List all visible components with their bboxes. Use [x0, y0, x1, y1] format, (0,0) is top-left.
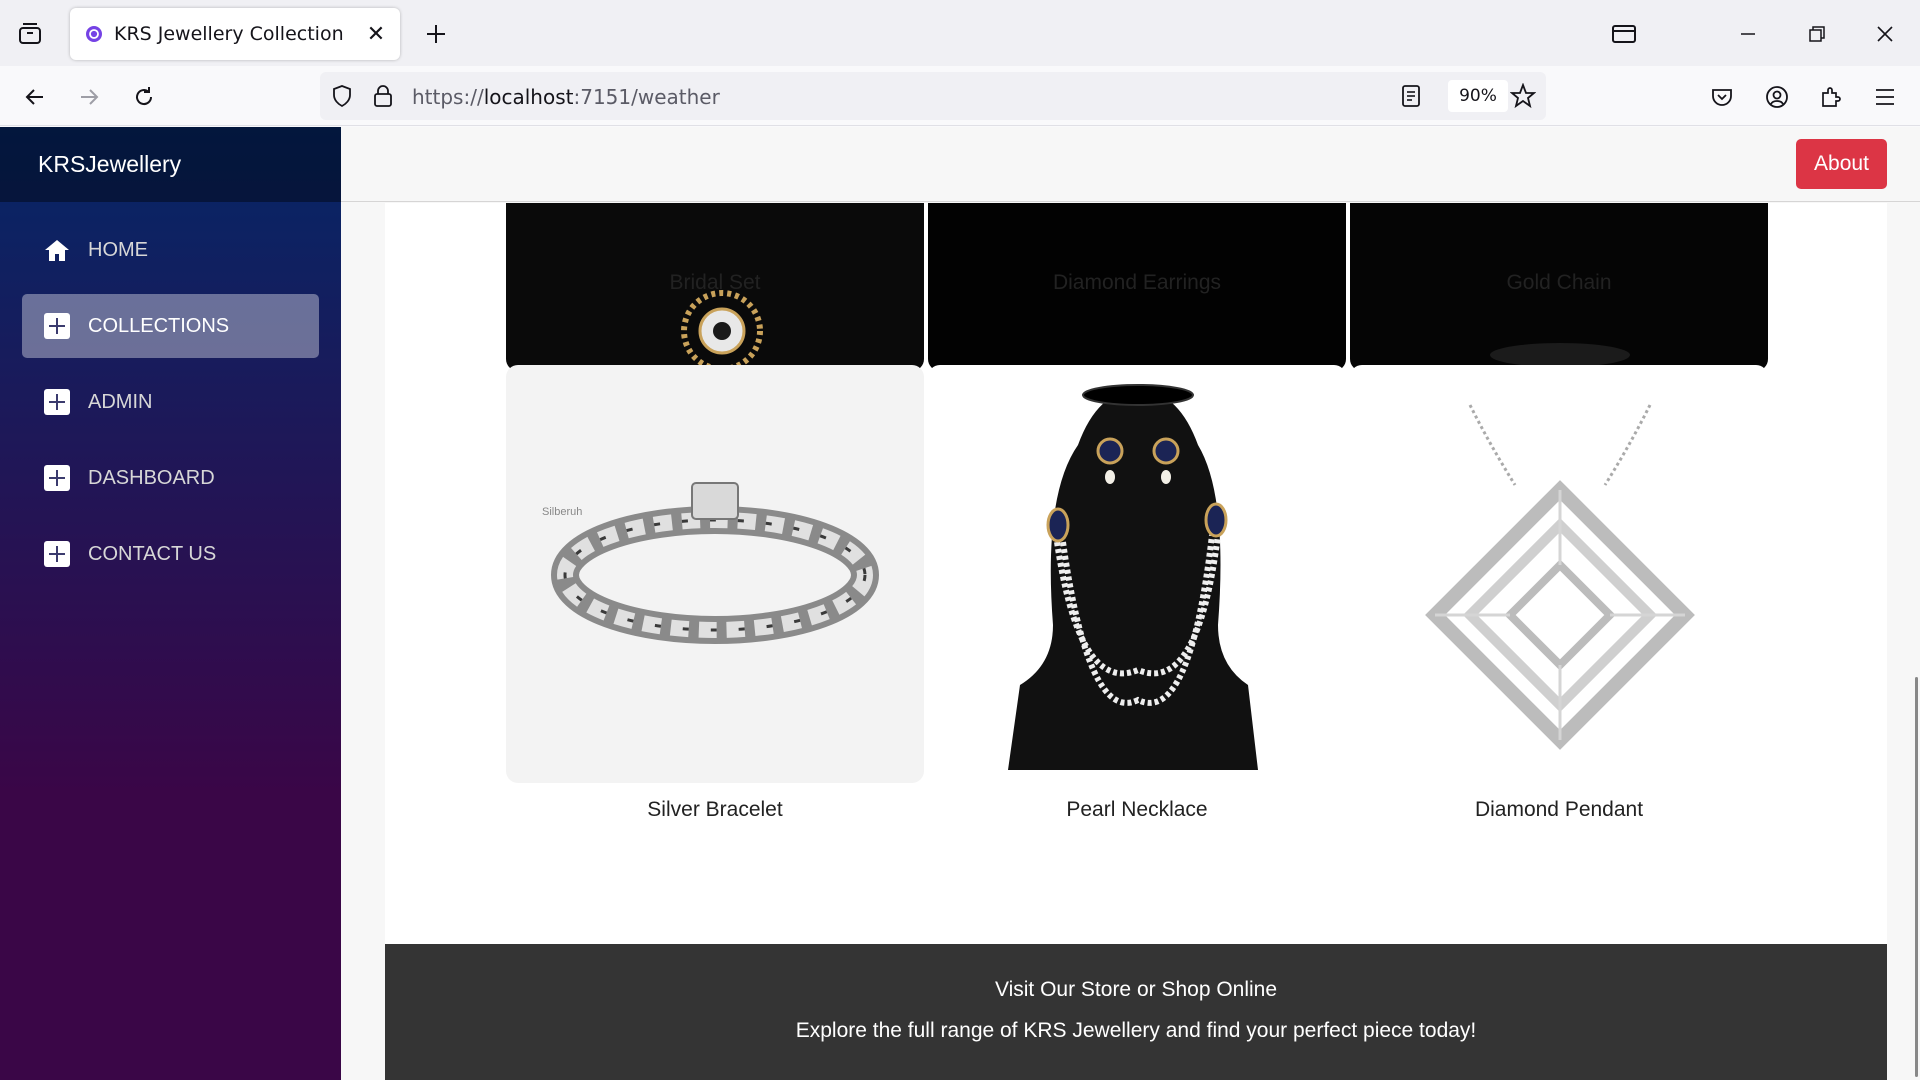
plus-icon — [44, 465, 70, 491]
product-name: Silver Bracelet — [647, 798, 783, 821]
product-card-pearl-necklace[interactable] — [928, 365, 1346, 783]
sidebar-item-label: COLLECTIONS — [88, 314, 230, 337]
product-name: Bridal Set — [669, 271, 761, 294]
brand-bar: KRSJewellery — [0, 127, 341, 202]
product-name: Gold Chain — [1506, 271, 1612, 294]
product-name: Pearl Necklace — [1066, 798, 1208, 821]
product-image: Silberuh — [506, 365, 924, 783]
home-icon — [44, 237, 70, 263]
plus-icon — [44, 541, 70, 567]
sidebar-item-dashboard[interactable]: DASHBOARD — [22, 446, 319, 510]
plus-icon — [44, 313, 70, 339]
account-icon[interactable] — [1758, 78, 1796, 116]
restore-icon[interactable] — [1797, 14, 1837, 54]
close-window-icon[interactable] — [1865, 14, 1905, 54]
brand-title[interactable]: KRSJewellery — [38, 151, 181, 178]
sidebar-item-collections[interactable]: COLLECTIONS — [22, 294, 319, 358]
sidebar: KRSJewellery HOME COLLECTIONS ADMIN DASH… — [0, 127, 341, 1080]
product-image — [1350, 365, 1768, 783]
browser-tab-bar: KRS Jewellery Collection ✕ — [0, 0, 1920, 66]
page-scrollbar[interactable] — [1912, 127, 1920, 1080]
pocket-icon[interactable] — [1703, 78, 1741, 116]
page-footer: Visit Our Store or Shop Online Explore t… — [385, 944, 1887, 1080]
about-button[interactable]: About — [1796, 139, 1887, 189]
browser-nav-bar: https://localhost:7151/weather 90% — [0, 66, 1920, 126]
new-tab-icon[interactable] — [420, 18, 452, 50]
top-row: About — [341, 127, 1920, 202]
sidebar-item-contact-us[interactable]: CONTACT US — [22, 522, 319, 586]
reload-icon[interactable] — [125, 78, 163, 116]
sidebar-item-home[interactable]: HOME — [22, 218, 319, 282]
zoom-level[interactable]: 90% — [1448, 80, 1508, 112]
picture-in-picture-icon[interactable] — [1604, 14, 1644, 54]
app-root: KRSJewellery HOME COLLECTIONS ADMIN DASH… — [0, 127, 1920, 1080]
sidebar-item-label: DASHBOARD — [88, 466, 215, 489]
footer-subtitle: Explore the full range of KRS Jewellery … — [795, 1019, 1477, 1042]
product-name: Diamond Pendant — [1474, 798, 1644, 821]
tab-overview-icon[interactable] — [14, 20, 46, 48]
minimize-icon[interactable] — [1728, 14, 1768, 54]
menu-icon[interactable] — [1866, 78, 1904, 116]
product-card-silver-bracelet[interactable]: Silberuh — [506, 365, 924, 783]
product-image — [928, 365, 1346, 783]
tab-close-icon[interactable]: ✕ — [362, 20, 390, 48]
sidebar-nav: HOME COLLECTIONS ADMIN DASHBOARD CONTACT… — [0, 202, 341, 586]
url-text[interactable]: https://localhost:7151/weather — [412, 85, 720, 109]
sidebar-item-label: ADMIN — [88, 390, 153, 413]
reader-view-icon[interactable] — [1400, 84, 1422, 108]
shield-icon[interactable] — [330, 84, 354, 108]
sidebar-item-label: CONTACT US — [88, 542, 217, 565]
back-icon[interactable] — [16, 78, 54, 116]
bookmark-star-icon[interactable] — [1510, 83, 1536, 109]
sidebar-item-label: HOME — [88, 238, 148, 261]
lock-icon[interactable] — [372, 84, 394, 108]
bracelet-watermark: Silberuh — [542, 506, 582, 518]
main-area: About Bridal Set Diamond Earrings Gold C… — [341, 127, 1920, 1080]
sidebar-item-admin[interactable]: ADMIN — [22, 370, 319, 434]
product-card-diamond-pendant[interactable] — [1350, 365, 1768, 783]
plus-icon — [44, 389, 70, 415]
footer-title: Visit Our Store or Shop Online — [994, 978, 1278, 1001]
extensions-icon[interactable] — [1812, 78, 1850, 116]
favicon-icon — [86, 26, 102, 42]
scrollbar-thumb[interactable] — [1915, 677, 1918, 1077]
product-name: Diamond Earrings — [1052, 271, 1222, 294]
forward-icon[interactable] — [70, 78, 108, 116]
url-bar[interactable]: https://localhost:7151/weather 90% — [320, 72, 1546, 120]
browser-tab[interactable]: KRS Jewellery Collection ✕ — [70, 8, 400, 60]
tab-title: KRS Jewellery Collection — [114, 23, 344, 45]
